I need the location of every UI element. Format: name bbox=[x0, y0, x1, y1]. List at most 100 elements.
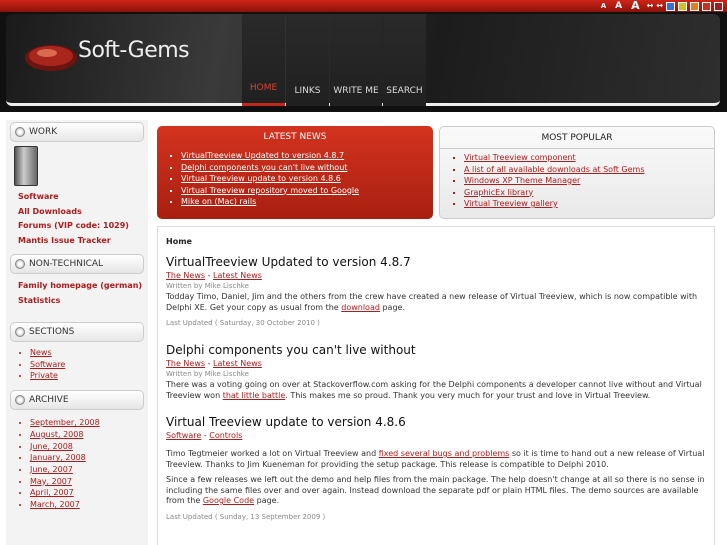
popular-link[interactable]: A list of all available downloads at Sof… bbox=[464, 165, 645, 174]
archive-link[interactable]: September, 2008 bbox=[30, 418, 100, 427]
archive-link[interactable]: June, 2008 bbox=[30, 442, 73, 451]
archive-list: September, 2008 August, 2008 June, 2008 … bbox=[6, 410, 148, 515]
latest-news-link[interactable]: VirtualTreeview Updated to version 4.8.7 bbox=[181, 151, 344, 160]
list-item: June, 2007 bbox=[30, 464, 148, 476]
article-paragraph: Since a few releases we left out the dem… bbox=[166, 475, 706, 507]
sidebar-link-all-downloads[interactable]: All Downloads bbox=[18, 205, 148, 220]
article-body: There was a voting going on over at Stac… bbox=[166, 380, 706, 401]
latest-news-panel: LATEST NEWS VirtualTreeview Updated to v… bbox=[157, 126, 433, 219]
list-item: August, 2008 bbox=[30, 429, 148, 441]
bullet-icon bbox=[15, 327, 25, 337]
font-medium-button[interactable]: A bbox=[615, 1, 622, 11]
article: Virtual Treeview update to version 4.8.6… bbox=[166, 414, 706, 523]
popular-link[interactable]: Windows XP Theme Manager bbox=[464, 176, 580, 185]
text: Timo Tegtmeier worked a lot on Virtual T… bbox=[166, 449, 379, 458]
color-swatch-yellow[interactable] bbox=[678, 1, 687, 11]
nav-search-label: SEARCH bbox=[386, 86, 423, 96]
list-item: Private bbox=[30, 370, 148, 382]
font-large-button[interactable]: A bbox=[631, 0, 640, 11]
page-body: WORK Software All Downloads Forums (VIP … bbox=[0, 112, 727, 545]
article-title[interactable]: Virtual Treeview update to version 4.8.6 bbox=[166, 414, 706, 430]
sidebar-link-family[interactable]: Family homepage (german) bbox=[18, 279, 148, 294]
bugs-link[interactable]: fixed several bugs and problems bbox=[379, 449, 510, 458]
archive-link[interactable]: May, 2007 bbox=[30, 477, 72, 486]
archive-link[interactable]: April, 2007 bbox=[30, 488, 74, 497]
latest-news-link[interactable]: Virtual Treeview update to version 4.8.6 bbox=[181, 174, 341, 183]
list-item: January, 2008 bbox=[30, 452, 148, 464]
font-small-button[interactable]: A bbox=[601, 1, 606, 11]
latest-news-link[interactable]: Mike on (Mac) rails bbox=[181, 197, 256, 206]
category-link[interactable]: Software bbox=[166, 431, 201, 440]
archive-link[interactable]: June, 2007 bbox=[30, 465, 73, 474]
sidebar-link-mantis[interactable]: Mantis Issue Tracker bbox=[18, 234, 148, 249]
list-item: GraphicEx library bbox=[464, 187, 714, 199]
main-nav: HOME LINKS WRITE ME SEARCH bbox=[242, 14, 427, 106]
archive-link[interactable]: March, 2007 bbox=[30, 500, 80, 509]
category-link[interactable]: Latest News bbox=[213, 271, 262, 280]
color-swatch-red[interactable] bbox=[702, 1, 711, 11]
popular-link[interactable]: Virtual Treeview component bbox=[464, 153, 576, 162]
category-link[interactable]: The News bbox=[166, 271, 205, 280]
archive-link[interactable]: January, 2008 bbox=[30, 453, 86, 462]
last-updated: Last Updated ( Saturday, 30 October 2010… bbox=[166, 319, 320, 327]
site-logo[interactable]: Soft-Gems bbox=[21, 32, 221, 82]
sidebar-link-sec-software[interactable]: Software bbox=[30, 360, 65, 369]
list-item: March, 2007 bbox=[30, 499, 148, 511]
article-title[interactable]: VirtualTreeview Updated to version 4.8.7 bbox=[166, 254, 706, 270]
popular-link[interactable]: Virtual Treeview gallery bbox=[464, 199, 558, 208]
category-separator: - bbox=[205, 359, 214, 368]
list-item: Virtual Treeview component bbox=[464, 152, 714, 164]
computer-icon bbox=[14, 146, 38, 186]
article-author: Written by Mike Lischke bbox=[166, 282, 249, 290]
nav-home[interactable]: HOME bbox=[242, 14, 285, 106]
most-popular-panel: MOST POPULAR Virtual Treeview component … bbox=[439, 126, 715, 219]
gem-icon bbox=[25, 45, 77, 71]
sidebar-link-private[interactable]: Private bbox=[30, 371, 58, 380]
nontech-title: NON-TECHNICAL bbox=[29, 259, 104, 269]
article-categories: The News - Latest News bbox=[166, 270, 706, 281]
popular-link[interactable]: GraphicEx library bbox=[464, 188, 533, 197]
nontech-links: Family homepage (german) Statistics bbox=[6, 274, 148, 320]
battle-link[interactable]: that little battle bbox=[223, 391, 286, 400]
article-title[interactable]: Delphi components you can't live without bbox=[166, 342, 706, 358]
work-header: WORK bbox=[10, 122, 144, 142]
list-item: Software bbox=[30, 359, 148, 371]
sidebar-link-software[interactable]: Software bbox=[18, 190, 148, 205]
latest-news-list: VirtualTreeview Updated to version 4.8.7… bbox=[157, 148, 433, 208]
sidebar-link-forums[interactable]: Forums (VIP code: 1029) bbox=[18, 219, 148, 234]
color-swatch-blue[interactable] bbox=[666, 1, 675, 11]
category-link[interactable]: The News bbox=[166, 359, 205, 368]
text: page. bbox=[254, 496, 280, 505]
last-updated: Last Updated ( Sunday, 13 September 2009… bbox=[166, 512, 326, 521]
archive-link[interactable]: August, 2008 bbox=[30, 430, 83, 439]
nav-write-me[interactable]: WRITE ME bbox=[330, 14, 382, 106]
list-item: June, 2008 bbox=[30, 441, 148, 453]
latest-news-link[interactable]: Delphi components you can't live without bbox=[181, 163, 347, 172]
narrow-layout-icon[interactable]: ↔ bbox=[647, 1, 654, 11]
sidebar: WORK Software All Downloads Forums (VIP … bbox=[6, 120, 148, 545]
download-link[interactable]: download bbox=[341, 303, 380, 312]
list-item: September, 2008 bbox=[30, 417, 148, 429]
latest-news-title: LATEST NEWS bbox=[263, 132, 327, 142]
color-swatch-orange[interactable] bbox=[690, 1, 699, 11]
sidebar-link-news[interactable]: News bbox=[30, 348, 52, 357]
color-swatch-darkred[interactable] bbox=[714, 1, 723, 11]
category-link[interactable]: Controls bbox=[209, 431, 242, 440]
nontech-header: NON-TECHNICAL bbox=[10, 254, 144, 274]
wide-layout-icon[interactable]: ↔ bbox=[656, 1, 663, 11]
sections-title: SECTIONS bbox=[29, 327, 75, 337]
list-item: Virtual Treeview update to version 4.8.6 bbox=[181, 173, 433, 185]
header-panel: Soft-Gems HOME LINKS WRITE ME SEARCH bbox=[6, 14, 720, 106]
archive-title: ARCHIVE bbox=[29, 395, 69, 406]
sidebar-link-statistics[interactable]: Statistics bbox=[18, 294, 148, 309]
latest-news-link[interactable]: Virtual Treeview repository moved to Goo… bbox=[181, 186, 359, 195]
nav-links[interactable]: LINKS bbox=[286, 14, 329, 106]
google-code-link[interactable]: Google Code bbox=[203, 496, 254, 505]
list-item: Windows XP Theme Manager bbox=[464, 175, 714, 187]
category-link[interactable]: Latest News bbox=[213, 359, 262, 368]
category-separator: - bbox=[205, 271, 214, 280]
nav-search[interactable]: SEARCH bbox=[383, 14, 426, 106]
bullet-icon bbox=[15, 395, 25, 406]
bullet-icon bbox=[15, 127, 25, 137]
article-paragraph: There was a voting going on over at Stac… bbox=[166, 380, 706, 401]
